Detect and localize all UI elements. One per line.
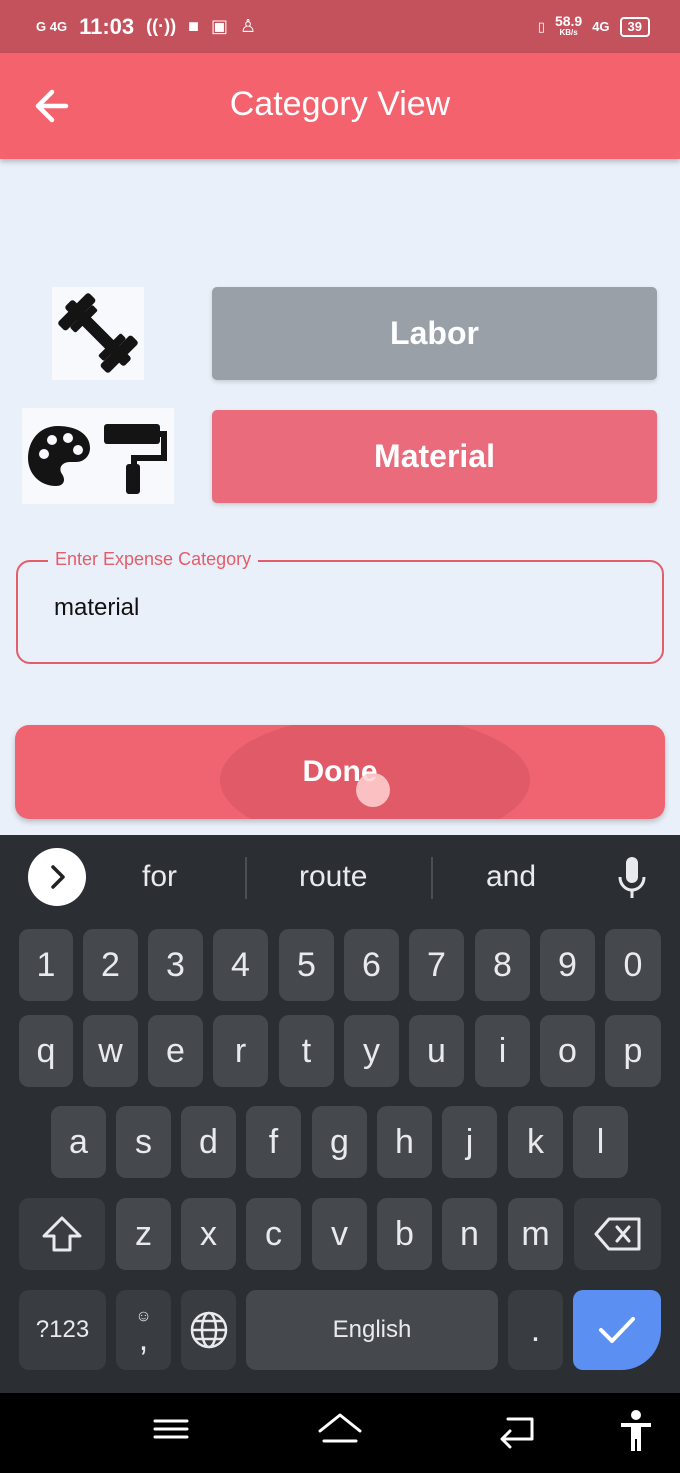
key-h[interactable]: h [377,1106,432,1178]
keyboard: for route and 1 2 3 4 5 6 7 8 9 0 q w e … [0,835,680,1393]
material-icon-tile [22,408,174,504]
key-k[interactable]: k [508,1106,563,1178]
key-n[interactable]: n [442,1198,497,1270]
key-p[interactable]: p [605,1015,661,1087]
page-title: Category View [229,85,451,123]
backspace-key[interactable] [574,1198,661,1270]
network-speed: 58.9 [554,12,583,29]
dumbbell-icon [58,293,138,373]
video-camera-icon: ■ [188,16,199,36]
suggestion-2[interactable]: route [299,860,367,894]
back-nav-button[interactable] [498,1409,538,1454]
key-j[interactable]: j [442,1106,497,1178]
checkmark-icon [599,1317,635,1343]
key-r[interactable]: r [213,1015,268,1087]
enter-key[interactable] [573,1290,661,1370]
key-x[interactable]: x [181,1198,236,1270]
period-key[interactable]: . [508,1290,563,1370]
key-v[interactable]: v [312,1198,367,1270]
key-q[interactable]: q [19,1015,73,1087]
globe-icon [190,1311,227,1349]
shift-key[interactable] [19,1198,105,1270]
key-4[interactable]: 4 [213,929,268,1001]
key-6[interactable]: 6 [344,929,399,1001]
key-y[interactable]: y [344,1015,399,1087]
key-e[interactable]: e [148,1015,203,1087]
key-l[interactable]: l [573,1106,628,1178]
network-speed-unit: KB/s [559,27,578,37]
key-2[interactable]: 2 [83,929,138,1001]
key-1[interactable]: 1 [19,929,73,1001]
labor-category-button[interactable]: Labor [212,287,657,380]
done-button[interactable]: Done [15,725,665,819]
screen-record-icon: ▣ [211,16,229,36]
accessibility-status-icon: ♙ [240,16,257,36]
app-bar: Category View [0,53,680,159]
voice-input-button[interactable] [616,855,648,901]
key-b[interactable]: b [377,1198,432,1270]
key-9[interactable]: 9 [540,929,595,1001]
key-d[interactable]: d [181,1106,236,1178]
space-key[interactable]: English [246,1290,498,1370]
return-icon [500,1417,534,1449]
menu-icon [153,1419,189,1439]
recents-button[interactable] [152,1409,190,1454]
backspace-icon [594,1217,640,1251]
key-w[interactable]: w [83,1015,138,1087]
emoji-comma-key[interactable]: ☺ , [116,1290,171,1370]
navigation-bar [0,1393,680,1473]
key-f[interactable]: f [246,1106,301,1178]
expense-category-field[interactable]: Enter Expense Category [16,549,664,664]
battery-icon: 39 [619,16,650,37]
key-7[interactable]: 7 [409,929,464,1001]
accessibility-button[interactable] [618,1409,654,1458]
expense-category-input[interactable] [54,594,614,622]
status-time: 11:03 [79,13,135,39]
key-z[interactable]: z [116,1198,171,1270]
key-m[interactable]: m [508,1198,563,1270]
expand-suggestions-button[interactable] [28,848,86,906]
key-i[interactable]: i [475,1015,530,1087]
key-8[interactable]: 8 [475,929,530,1001]
network-type: 4G [592,19,610,34]
symbols-key[interactable]: ?123 [19,1290,106,1370]
home-icon [318,1413,362,1443]
key-0[interactable]: 0 [605,929,661,1001]
key-g[interactable]: g [312,1106,367,1178]
suggestion-divider [245,857,247,899]
microphone-icon [618,857,646,898]
vibrate-icon: ▯ [537,18,545,34]
key-u[interactable]: u [409,1015,464,1087]
material-category-button[interactable]: Material [212,410,657,503]
language-key[interactable] [181,1290,236,1370]
key-o[interactable]: o [540,1015,595,1087]
suggestion-divider [431,857,433,899]
touch-indicator [356,773,390,807]
status-bar: G 4G 11:03 ((·)) ■ ▣ ♙ ▯ 58.9 KB/s 4G 39 [0,0,680,53]
key-a[interactable]: a [51,1106,106,1178]
key-s[interactable]: s [116,1106,171,1178]
comma-label: , [138,1320,149,1358]
suggestion-1[interactable]: for [142,860,177,894]
accessibility-icon [621,1410,651,1451]
chevron-right-icon [51,865,65,889]
key-3[interactable]: 3 [148,929,203,1001]
expense-category-label: Enter Expense Category [48,549,259,570]
key-c[interactable]: c [246,1198,301,1270]
suggestion-3[interactable]: and [486,860,536,894]
hotspot-icon: ((·)) [146,16,177,36]
key-t[interactable]: t [279,1015,334,1087]
labor-icon-tile [52,287,144,380]
shift-icon [42,1216,82,1252]
home-button[interactable] [316,1409,364,1454]
key-5[interactable]: 5 [279,929,334,1001]
signal-icon: G 4G [36,19,68,34]
palette-paint-roller-icon [28,424,167,494]
